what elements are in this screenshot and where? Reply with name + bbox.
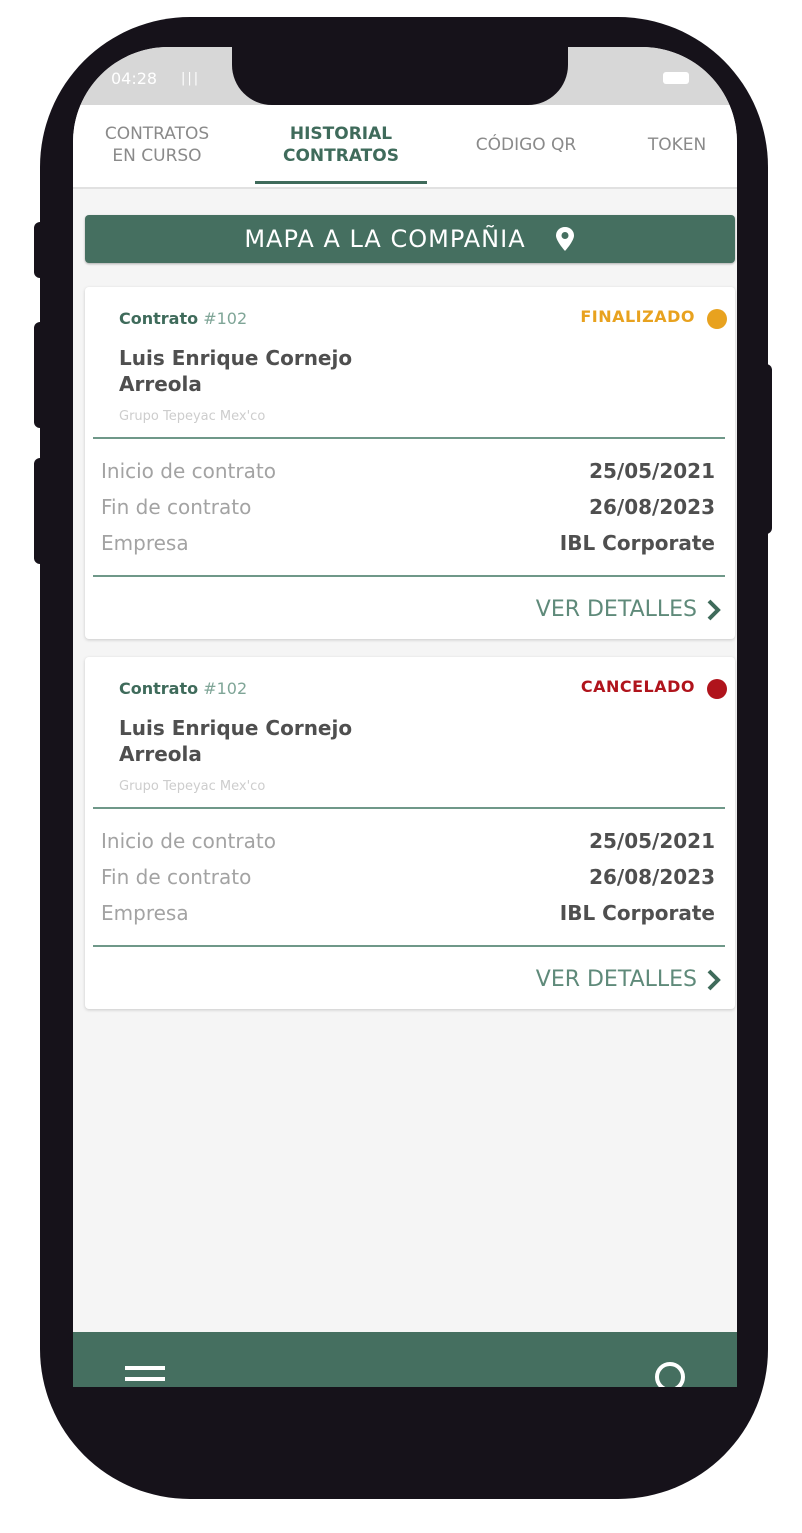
app-screen: 04:28 ||| CONTRATOS EN CURSO HISTORIAL C… xyxy=(73,47,737,1387)
start-date-label: Inicio de contrato xyxy=(101,459,276,483)
tab-codigo-qr[interactable]: CÓDIGO QR xyxy=(455,134,597,156)
end-date-value: 26/08/2023 xyxy=(589,495,715,519)
company-label: Empresa xyxy=(101,901,189,925)
phone-notch xyxy=(232,47,568,105)
chevron-right-icon xyxy=(707,599,721,620)
company-value: IBL Corporate xyxy=(559,901,715,925)
view-details-label: VER DETALLES xyxy=(535,967,697,992)
search-icon[interactable] xyxy=(655,1362,685,1387)
tab-contratos-en-curso[interactable]: CONTRATOS EN CURSO xyxy=(87,123,227,167)
divider xyxy=(93,945,725,947)
contract-id: Contrato #102 xyxy=(119,679,247,698)
company-row: Empresa IBL Corporate xyxy=(101,901,715,935)
view-details-label: VER DETALLES xyxy=(535,597,697,622)
start-date-label: Inicio de contrato xyxy=(101,829,276,853)
tab-historial-contratos[interactable]: HISTORIAL CONTRATOS xyxy=(263,123,419,167)
contract-label: Contrato xyxy=(119,309,199,328)
end-date-label: Fin de contrato xyxy=(101,495,252,519)
active-tab-indicator xyxy=(255,181,427,184)
worker-name: Luis Enrique Cornejo Arreola xyxy=(119,346,353,396)
start-date-value: 25/05/2021 xyxy=(589,829,715,853)
divider xyxy=(93,575,725,577)
worker-name: Luis Enrique Cornejo Arreola xyxy=(119,716,353,766)
status-badge: CANCELADO xyxy=(580,677,695,696)
tab-token[interactable]: TOKEN xyxy=(617,134,737,156)
status-dot-icon xyxy=(707,679,727,699)
contract-card: Contrato #102 FINALIZADO Luis Enrique Co… xyxy=(85,287,735,639)
signal-icon: ||| xyxy=(181,71,201,86)
view-details-button[interactable]: VER DETALLES xyxy=(536,967,721,992)
company-value: IBL Corporate xyxy=(559,531,715,555)
end-date-row: Fin de contrato 26/08/2023 xyxy=(101,865,715,899)
view-details-button[interactable]: VER DETALLES xyxy=(536,597,721,622)
company-group: Grupo Tepeyac Mex'co xyxy=(119,779,266,794)
end-date-value: 26/08/2023 xyxy=(589,865,715,889)
contract-card: Contrato #102 CANCELADO Luis Enrique Cor… xyxy=(85,657,735,1009)
contract-label: Contrato xyxy=(119,679,199,698)
contract-number: #102 xyxy=(203,309,248,328)
company-row: Empresa IBL Corporate xyxy=(101,531,715,565)
divider xyxy=(93,437,725,439)
location-pin-icon xyxy=(555,227,574,251)
chevron-right-icon xyxy=(707,969,721,990)
start-date-row: Inicio de contrato 25/05/2021 xyxy=(101,829,715,863)
status-dot-icon xyxy=(707,309,727,329)
status-badge: FINALIZADO xyxy=(580,307,695,326)
status-time: 04:28 xyxy=(111,69,158,88)
company-label: Empresa xyxy=(101,531,189,555)
end-date-label: Fin de contrato xyxy=(101,865,252,889)
menu-icon[interactable] xyxy=(125,1366,165,1387)
map-button[interactable]: MAPA A LA COMPAÑIA xyxy=(85,215,735,263)
bottom-bar xyxy=(73,1332,737,1387)
contract-number: #102 xyxy=(203,679,248,698)
tab-bar: CONTRATOS EN CURSO HISTORIAL CONTRATOS C… xyxy=(73,105,737,189)
end-date-row: Fin de contrato 26/08/2023 xyxy=(101,495,715,529)
map-button-label: MAPA A LA COMPAÑIA xyxy=(244,225,526,253)
divider xyxy=(93,807,725,809)
company-group: Grupo Tepeyac Mex'co xyxy=(119,409,266,424)
battery-icon xyxy=(663,72,689,84)
contract-id: Contrato #102 xyxy=(119,309,247,328)
start-date-value: 25/05/2021 xyxy=(589,459,715,483)
start-date-row: Inicio de contrato 25/05/2021 xyxy=(101,459,715,493)
